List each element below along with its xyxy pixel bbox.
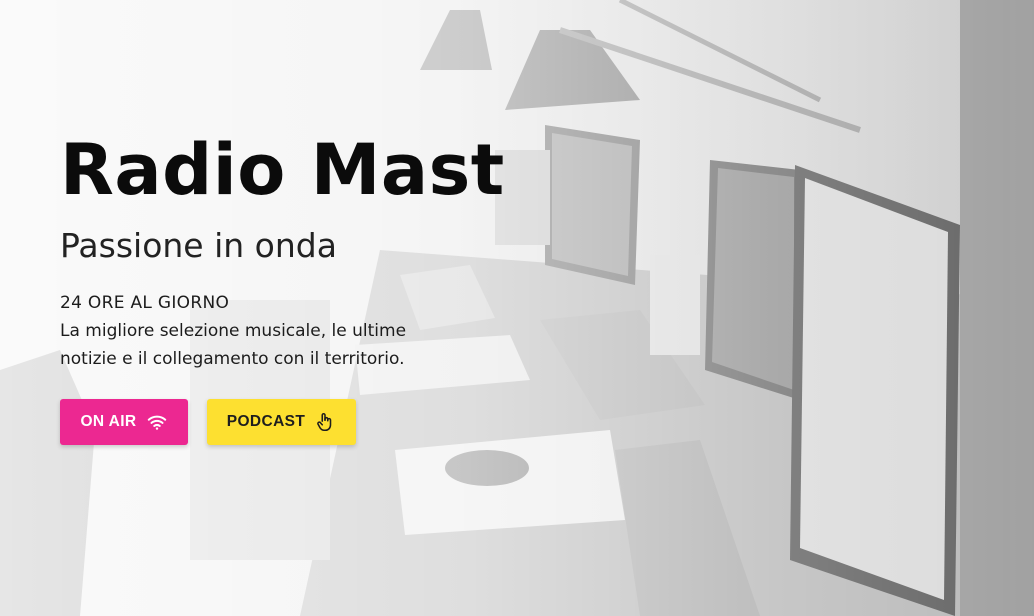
page-title: Radio Mast: [60, 129, 505, 211]
description-text: La migliore selezione musicale, le ultim…: [60, 321, 407, 369]
hand-pointer-icon: [314, 411, 336, 433]
on-air-label: ON AIR: [80, 413, 137, 430]
hero-content: Radio Mast Passione in onda 24 ORE AL GI…: [60, 128, 580, 445]
hero-section: Radio Mast Passione in onda 24 ORE AL GI…: [0, 0, 1034, 616]
wifi-icon: [146, 411, 168, 433]
podcast-button[interactable]: PODCAST: [207, 399, 356, 445]
cta-buttons: ON AIR PODCAST: [60, 399, 580, 445]
on-air-button[interactable]: ON AIR: [60, 399, 188, 445]
podcast-label: PODCAST: [226, 413, 306, 430]
hours-label: 24 ORE AL GIORNO: [60, 293, 230, 313]
page-subtitle: Passione in onda: [60, 226, 337, 265]
